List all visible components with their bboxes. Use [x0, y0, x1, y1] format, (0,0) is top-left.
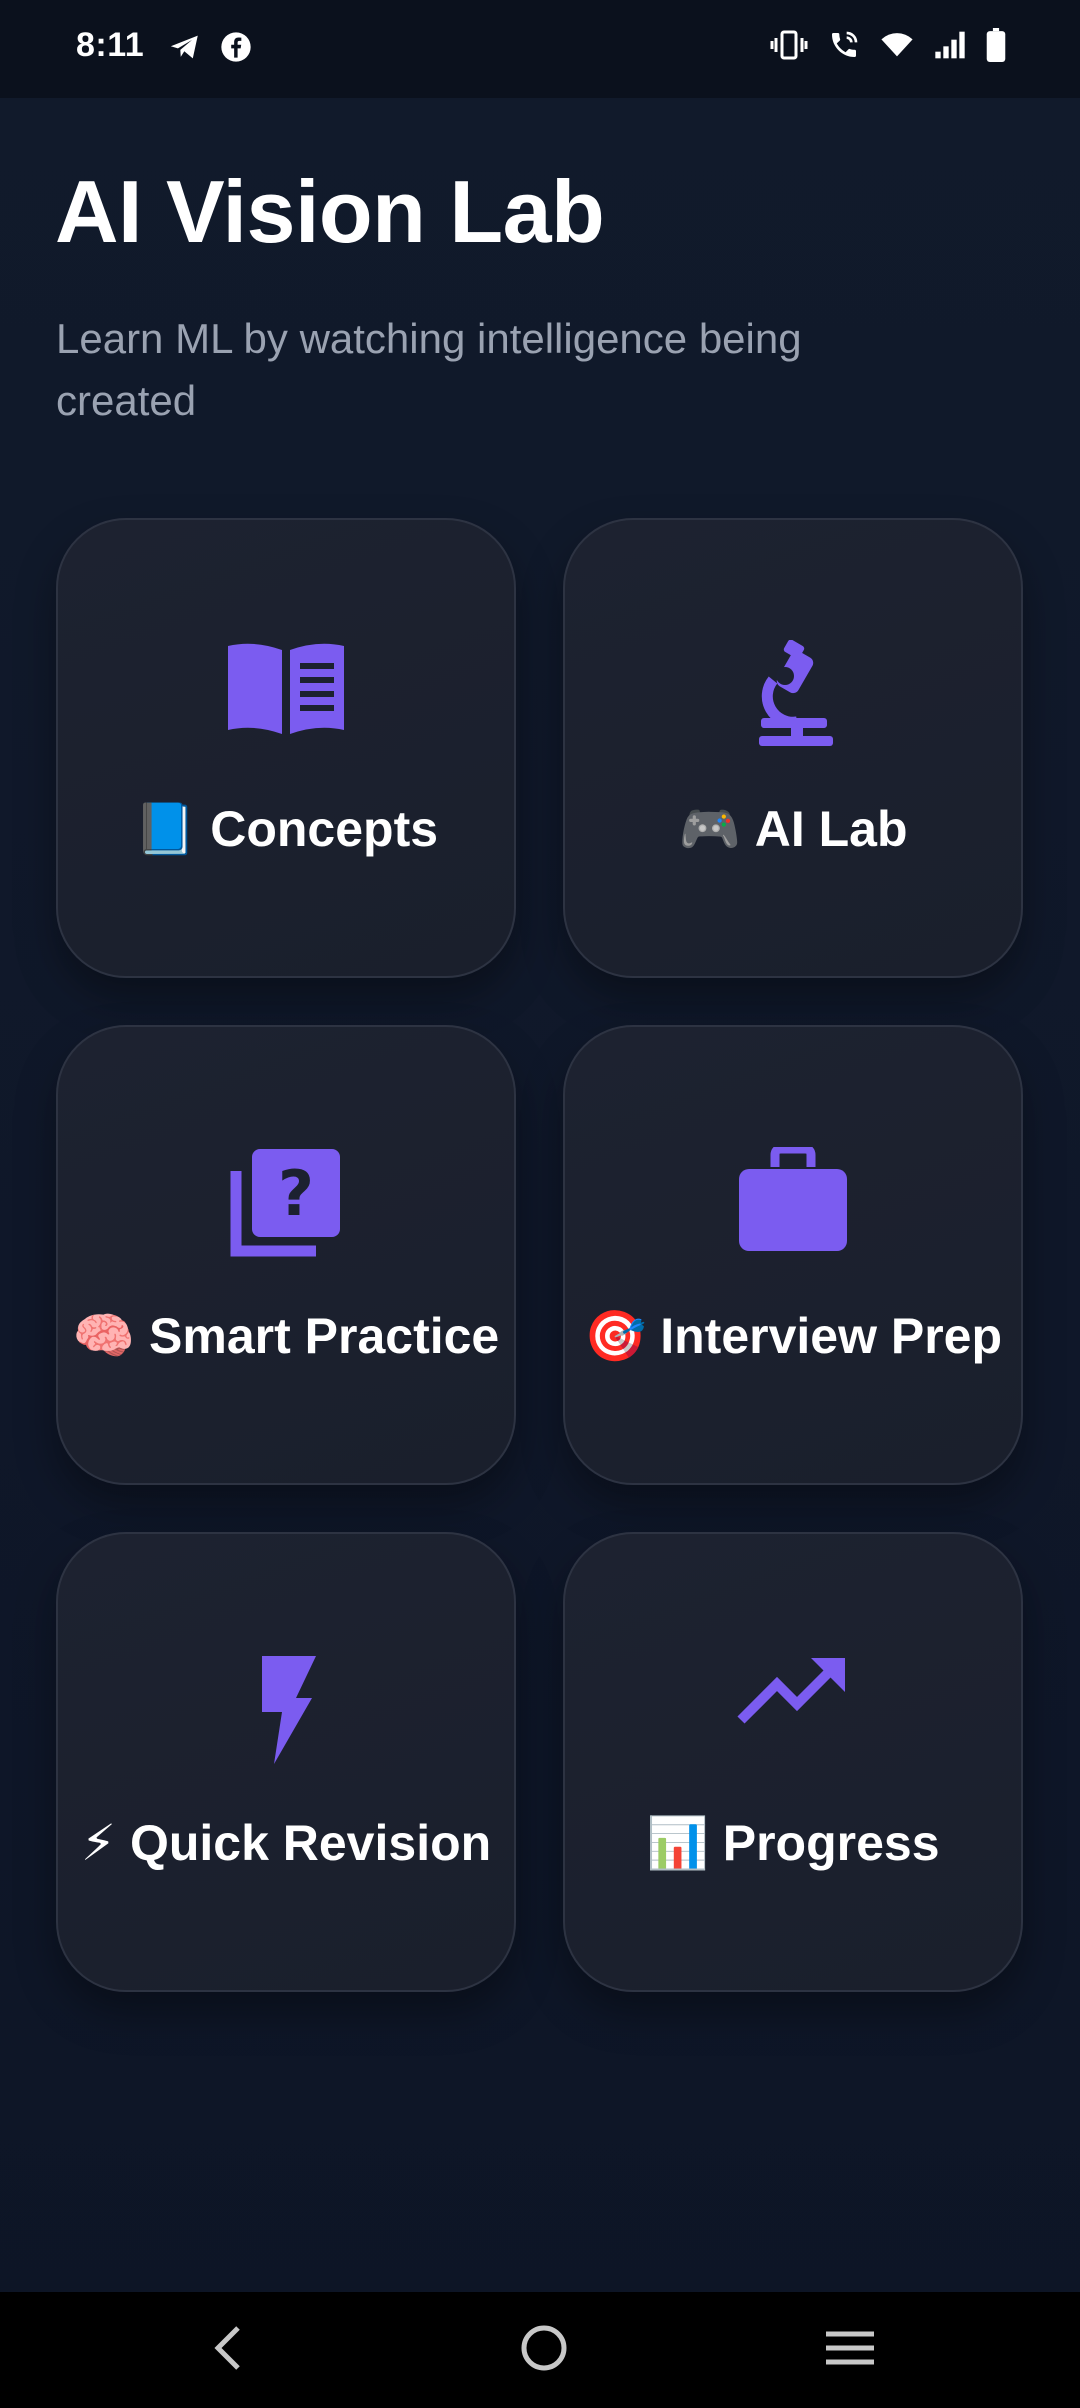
system-nav-bar — [0, 2292, 1080, 2408]
bolt-icon — [254, 1654, 318, 1771]
progress-card[interactable]: 📊 Progress — [563, 1532, 1023, 1992]
target-emoji: 🎯 — [583, 1307, 647, 1365]
app-screen: 8:11 AI Vision Lab Learn ML by watching … — [0, 0, 1080, 2408]
page-title: AI Vision Lab — [55, 162, 605, 261]
concepts-label: Concepts — [210, 801, 439, 857]
quick-revision-label: Quick Revision — [129, 1815, 492, 1871]
interview-prep-label: Interview Prep — [660, 1308, 1003, 1364]
bar-chart-emoji: 📊 — [646, 1814, 709, 1872]
page-subtitle: Learn ML by watching intelligence being … — [56, 315, 802, 424]
interview-prep-card[interactable]: 🎯 Interview Prep — [563, 1025, 1023, 1485]
signal-icon — [934, 30, 966, 60]
lightning-emoji: ⚡ — [80, 1814, 116, 1872]
concepts-card[interactable]: 📘 Concepts — [56, 518, 516, 978]
card-label: 🎮 AI Lab — [565, 800, 1021, 859]
brain-emoji: 🧠 — [72, 1307, 136, 1365]
briefcase-icon — [737, 1144, 849, 1258]
quiz-icon: ? — [230, 1147, 342, 1264]
status-bar: 8:11 — [0, 0, 1080, 98]
card-label: ⚡ Quick Revision — [58, 1814, 514, 1872]
wifi-icon — [880, 30, 914, 60]
trending-up-icon — [737, 1654, 849, 1731]
battery-icon — [986, 28, 1006, 62]
book-icon — [224, 640, 348, 741]
svg-text:?: ? — [278, 1157, 314, 1230]
quick-revision-card[interactable]: ⚡ Quick Revision — [56, 1532, 516, 1992]
microscope-icon — [751, 639, 835, 753]
ai-lab-card[interactable]: 🎮 AI Lab — [563, 518, 1023, 978]
wifi-calling-icon — [828, 29, 860, 61]
recents-icon[interactable] — [824, 2320, 876, 2381]
card-label: 📘 Concepts — [58, 800, 514, 859]
smart-practice-label: Smart Practice — [149, 1308, 500, 1364]
smart-practice-card[interactable]: ? 🧠 Smart Practice — [56, 1025, 516, 1485]
status-time: 8:11 — [76, 26, 145, 64]
home-icon[interactable] — [516, 2320, 572, 2381]
back-icon[interactable] — [206, 2320, 250, 2381]
ai-lab-label: AI Lab — [754, 801, 908, 857]
game-controller-emoji: 🎮 — [678, 800, 741, 858]
facebook-icon — [220, 31, 252, 63]
card-label: 🎯 Interview Prep — [565, 1307, 1021, 1366]
card-label: 📊 Progress — [565, 1814, 1021, 1873]
progress-label: Progress — [722, 1815, 940, 1871]
telegram-icon — [168, 30, 202, 64]
vibrate-icon — [770, 29, 808, 61]
card-label: 🧠 Smart Practice — [58, 1307, 514, 1366]
book-emoji: 📘 — [133, 800, 197, 858]
